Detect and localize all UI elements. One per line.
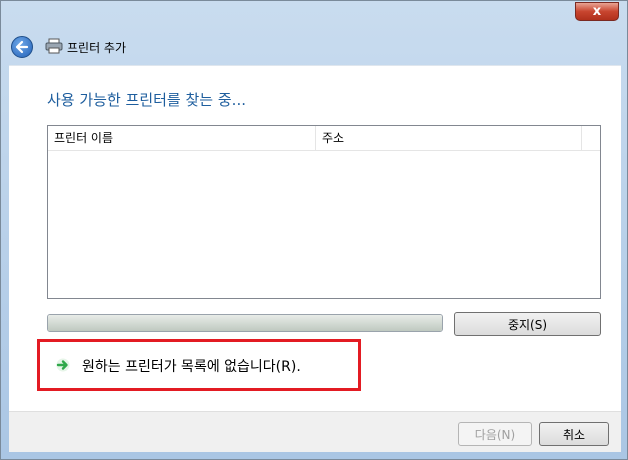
green-arrow-icon xyxy=(56,358,70,372)
button-bar: 다음(N) 취소 xyxy=(9,411,621,452)
cancel-button[interactable]: 취소 xyxy=(539,422,609,446)
list-header: 프린터 이름 주소 xyxy=(48,126,600,151)
next-button[interactable]: 다음(N) xyxy=(458,422,532,446)
progress-fill xyxy=(48,315,442,331)
wizard-content: 사용 가능한 프린터를 찾는 중... 프린터 이름 주소 중지(S) 원하는 … xyxy=(9,65,621,412)
dialog-window: x 프린터 추가 사용 가능한 프린터를 찾는 중... 프린터 이름 주소 중… xyxy=(0,0,628,460)
back-button[interactable] xyxy=(11,36,33,58)
title-bar: 프린터 추가 xyxy=(1,27,627,63)
missing-printer-link[interactable]: 원하는 프린터가 목록에 없습니다(R). xyxy=(82,356,301,376)
page-heading: 사용 가능한 프린터를 찾는 중... xyxy=(47,91,246,109)
column-header-printer-name[interactable]: 프린터 이름 xyxy=(48,126,316,150)
missing-printer-highlight: 원하는 프린터가 목록에 없습니다(R). xyxy=(37,339,361,391)
column-header-address[interactable]: 주소 xyxy=(316,126,582,150)
printer-list[interactable]: 프린터 이름 주소 xyxy=(47,125,601,299)
window-title: 프린터 추가 xyxy=(67,41,127,55)
search-progress-bar xyxy=(47,314,443,332)
close-button[interactable]: x xyxy=(575,2,619,21)
stop-button[interactable]: 중지(S) xyxy=(454,312,601,336)
back-arrow-icon xyxy=(15,40,29,54)
printer-icon xyxy=(45,38,63,54)
close-icon: x xyxy=(592,4,602,19)
